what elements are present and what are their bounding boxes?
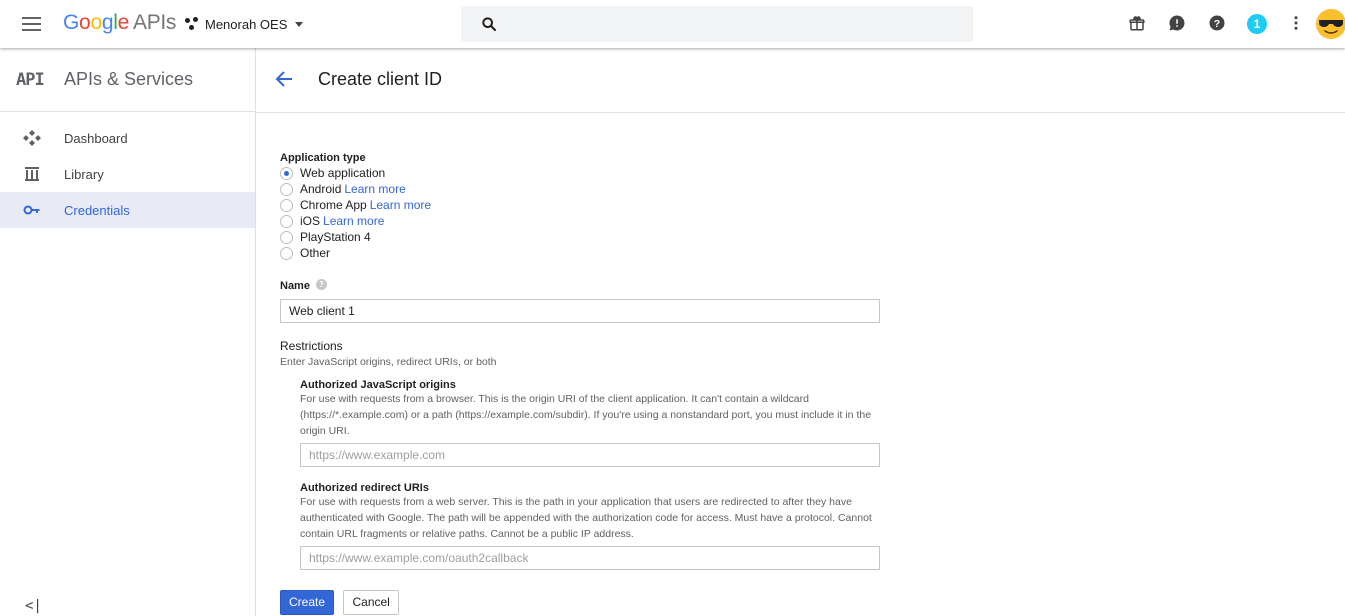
radio-button[interactable] bbox=[280, 198, 293, 212]
radio-button[interactable] bbox=[280, 246, 293, 260]
js-origins-title: Authorized JavaScript origins bbox=[300, 379, 456, 391]
js-origins-section: Authorized JavaScript origins For use wi… bbox=[300, 379, 880, 467]
create-client-form: Application type Web application Android… bbox=[280, 152, 880, 615]
google-apis-logo[interactable]: Google APIs bbox=[63, 11, 176, 35]
page-header: Create client ID bbox=[256, 48, 1345, 113]
radio-web-application[interactable]: Web application bbox=[280, 165, 880, 181]
radio-label: PlayStation 4 bbox=[300, 230, 371, 244]
redirect-uris-description: For use with requests from a web server.… bbox=[300, 496, 872, 540]
logo-letter: o bbox=[90, 11, 102, 34]
sidebar-item-label: Library bbox=[64, 166, 104, 182]
logo-apis-text: APIs bbox=[132, 11, 177, 34]
logo-letter: G bbox=[63, 11, 80, 34]
feedback-icon[interactable] bbox=[1168, 14, 1188, 34]
radio-other[interactable]: Other bbox=[280, 245, 880, 261]
learn-more-link[interactable]: Learn more bbox=[344, 182, 405, 196]
name-label: Name bbox=[280, 280, 310, 292]
logo-letter: e bbox=[117, 11, 130, 34]
main-content: Create client ID Application type Web ap… bbox=[256, 48, 1345, 616]
radio-button[interactable] bbox=[280, 166, 293, 180]
search-bar[interactable] bbox=[461, 6, 973, 42]
project-selector[interactable]: Menorah OES bbox=[185, 14, 304, 34]
create-button[interactable]: Create bbox=[280, 590, 335, 615]
logo-letter: g bbox=[101, 11, 114, 34]
sidebar: API APIs & Services Dashboard Library Cr… bbox=[0, 48, 256, 616]
js-origins-description: For use with requests from a browser. Th… bbox=[300, 393, 872, 437]
svg-text:?: ? bbox=[1214, 18, 1220, 30]
learn-more-link[interactable]: Learn more bbox=[323, 214, 384, 228]
form-actions: Create Cancel bbox=[280, 590, 880, 615]
application-type-group: Web application Android Learn more Chrom… bbox=[280, 165, 880, 261]
help-icon[interactable]: ? bbox=[315, 279, 327, 291]
radio-android[interactable]: Android Learn more bbox=[280, 181, 880, 197]
restrictions-description: Enter JavaScript origins, redirect URIs,… bbox=[280, 356, 497, 368]
radio-button[interactable] bbox=[280, 214, 293, 228]
radio-label: iOS bbox=[300, 214, 321, 228]
name-field-group: Name? bbox=[280, 276, 880, 323]
chevron-down-icon bbox=[295, 21, 304, 27]
sidebar-header: API APIs & Services bbox=[0, 48, 255, 112]
top-bar: Google APIs Menorah OES ? 1 bbox=[0, 0, 1345, 48]
dashboard-icon bbox=[23, 130, 41, 146]
collapse-sidebar-button[interactable]: <| bbox=[25, 598, 42, 614]
key-icon bbox=[23, 205, 40, 215]
back-arrow-icon[interactable] bbox=[275, 70, 293, 88]
project-name: Menorah OES bbox=[205, 16, 288, 32]
js-origins-input[interactable] bbox=[300, 443, 880, 467]
sidebar-item-credentials[interactable]: Credentials bbox=[0, 192, 255, 228]
radio-chrome-app[interactable]: Chrome App Learn more bbox=[280, 197, 880, 213]
radio-label: Web application bbox=[300, 166, 386, 180]
restrictions-title: Restrictions bbox=[280, 339, 343, 353]
sidebar-title[interactable]: APIs & Services bbox=[64, 69, 193, 90]
sidebar-item-library[interactable]: Library bbox=[0, 156, 255, 192]
avatar[interactable] bbox=[1316, 9, 1345, 39]
learn-more-link[interactable]: Learn more bbox=[370, 198, 431, 212]
notifications-badge[interactable]: 1 bbox=[1247, 14, 1267, 34]
restrictions-section: Restrictions Enter JavaScript origins, r… bbox=[280, 339, 880, 570]
application-type-label: Application type bbox=[280, 152, 366, 164]
project-icon bbox=[185, 17, 199, 31]
more-vert-icon[interactable] bbox=[1287, 14, 1307, 34]
radio-button[interactable] bbox=[280, 230, 293, 244]
radio-ios[interactable]: iOS Learn more bbox=[280, 213, 880, 229]
name-input[interactable] bbox=[280, 299, 880, 323]
api-logo-icon: API bbox=[16, 69, 45, 90]
radio-button[interactable] bbox=[280, 182, 293, 196]
sidebar-item-dashboard[interactable]: Dashboard bbox=[0, 120, 255, 156]
search-icon bbox=[482, 17, 497, 32]
redirect-uris-input[interactable] bbox=[300, 546, 880, 570]
radio-label: Android bbox=[300, 182, 342, 196]
redirect-uris-section: Authorized redirect URIs For use with re… bbox=[300, 482, 880, 570]
help-icon[interactable]: ? bbox=[1208, 14, 1228, 34]
cancel-button[interactable]: Cancel bbox=[343, 590, 399, 615]
radio-label: Chrome App bbox=[300, 198, 367, 212]
library-icon bbox=[25, 167, 39, 181]
menu-icon[interactable] bbox=[22, 17, 41, 31]
radio-playstation-4[interactable]: PlayStation 4 bbox=[280, 229, 880, 245]
logo-letter: o bbox=[79, 11, 91, 34]
radio-label: Other bbox=[300, 246, 331, 260]
gift-icon[interactable] bbox=[1128, 14, 1148, 34]
page-title: Create client ID bbox=[318, 69, 443, 89]
sidebar-item-label: Credentials bbox=[64, 202, 130, 218]
redirect-uris-title: Authorized redirect URIs bbox=[300, 482, 429, 494]
sidebar-item-label: Dashboard bbox=[64, 130, 128, 146]
